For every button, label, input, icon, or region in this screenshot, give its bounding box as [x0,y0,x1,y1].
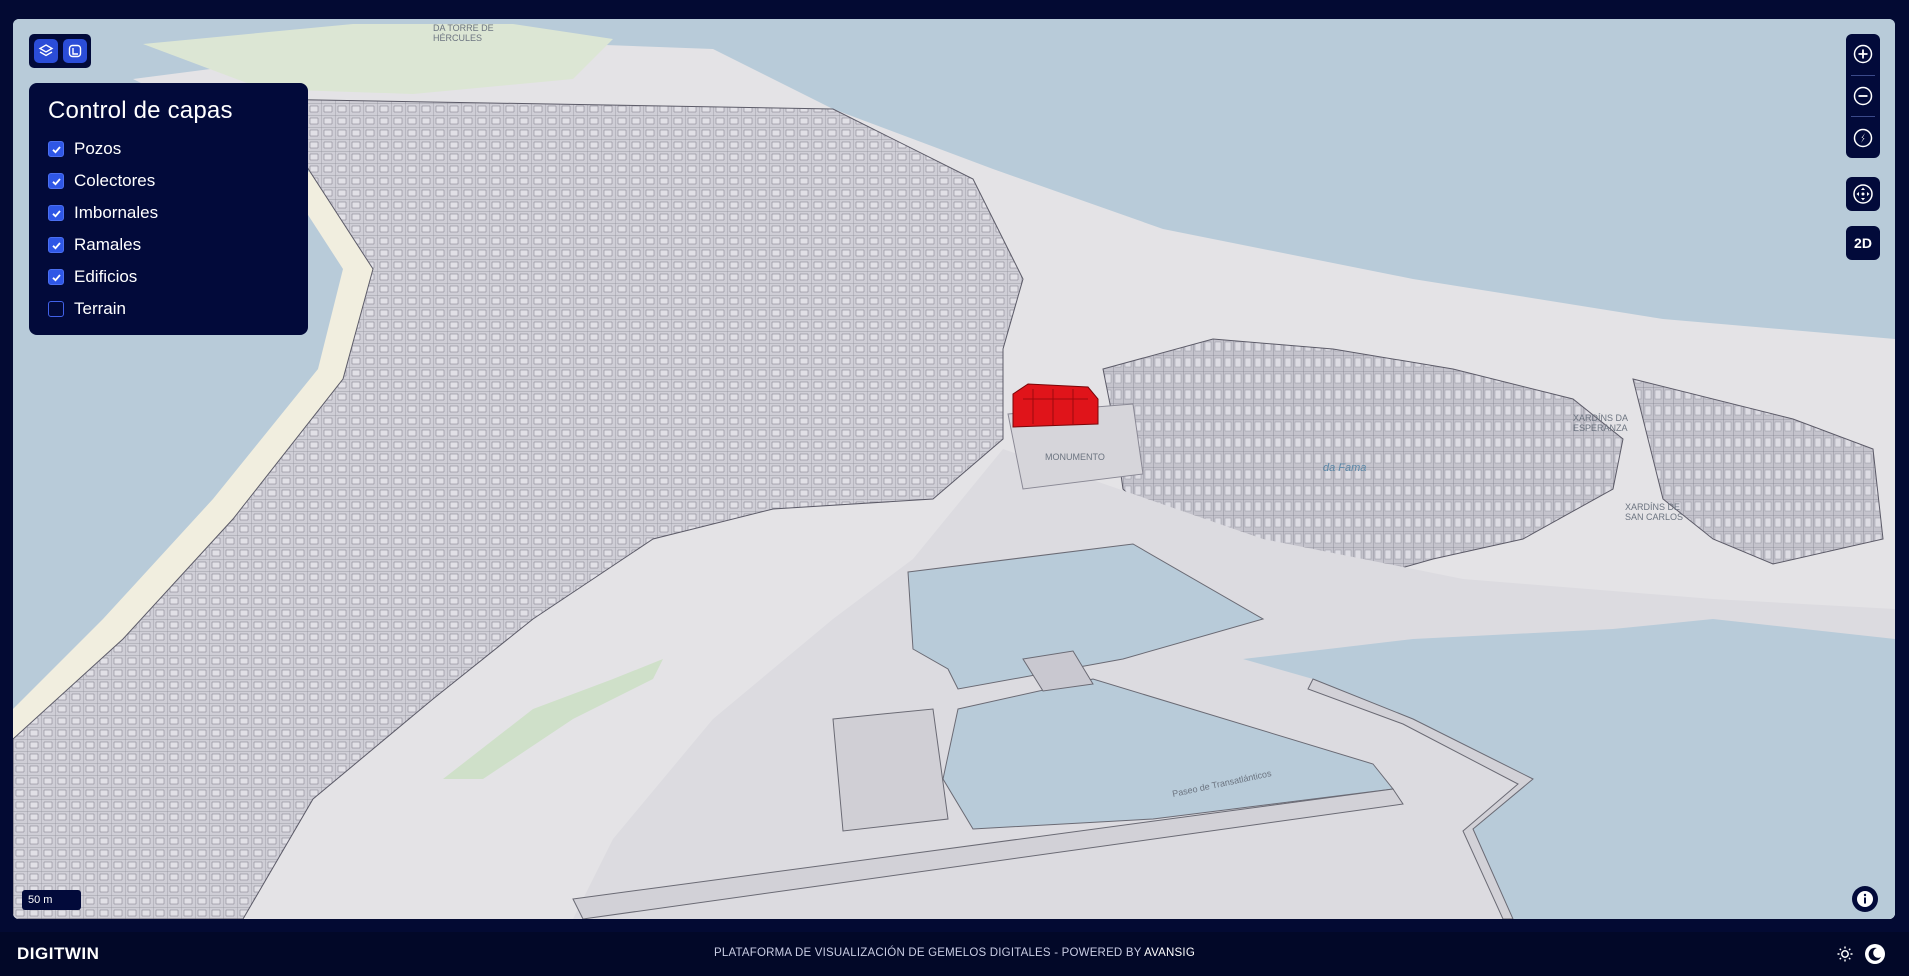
layer-checkbox[interactable] [48,237,64,253]
top-left-toolbar [29,34,91,68]
layer-control-panel: Control de capas Pozos Colectores Imbornal… [29,83,308,335]
footer-text-brand: AVANSIG [1144,947,1195,959]
layer-panel-title: Control de capas [48,97,233,124]
footer: DIGITWIN PLATAFORMA DE VISUALIZACIÓN DE … [0,932,1909,976]
layer-label: Terrain [74,299,126,318]
layer-label: Ramales [74,235,142,254]
map-label-xardins-esperanza: XARDÍNS DA ESPERANZA [1573,413,1628,433]
highlighted-building[interactable] [1012,383,1099,428]
layer-label: Pozos [74,139,122,158]
layer-label: Imbornales [74,203,159,222]
layer-checkbox[interactable] [48,141,64,157]
check-icon [51,273,61,282]
check-icon [51,209,61,218]
layer-item-ramales[interactable]: Ramales [48,229,289,261]
layers-icon[interactable] [33,39,58,63]
map-label-xardins-san-carlos: XARDÍNS DE SAN CARLOS [1625,502,1683,522]
moon-icon [1865,944,1885,964]
check-icon [51,241,61,250]
app-frame: DA TORRE DE HÉRCULES MONUMENTO XARDÍNS DA… [0,0,1909,932]
map-label-praza-fama: da Fama [1323,462,1366,474]
navigation-button[interactable] [1846,177,1880,211]
sun-icon [1837,946,1853,962]
check-icon [51,177,61,186]
footer-text-prefix: PLATAFORMA DE VISUALIZACIÓN DE GEMELOS D… [714,947,1142,959]
navigation-icon [1853,184,1873,204]
layer-item-imbornales[interactable]: Imbornales [48,197,289,229]
map-label-square: MONUMENTO [1045,452,1105,462]
zoom-in-button[interactable] [1846,34,1880,75]
layer-checkbox[interactable] [48,301,64,317]
layer-item-terrain[interactable]: Terrain [48,293,289,325]
layer-checkbox[interactable] [48,173,64,189]
plus-icon [1853,45,1873,64]
scale-bar: 50 m [22,890,81,910]
zoom-out-button[interactable] [1846,76,1880,117]
layer-label: Edificios [74,267,138,286]
layer-item-colectores[interactable]: Colectores [48,165,289,197]
minus-icon [1853,86,1873,106]
dark-theme-button[interactable] [1862,941,1888,967]
port-building [832,708,949,832]
zoom-controls [1846,34,1880,158]
layer-checkbox[interactable] [48,205,64,221]
footer-text: PLATAFORMA DE VISUALIZACIÓN DE GEMELOS D… [0,947,1909,959]
layer-item-edificios[interactable]: Edificios [48,261,289,293]
light-theme-button[interactable] [1832,941,1858,967]
layer-checkbox[interactable] [48,269,64,285]
legend-icon[interactable] [62,39,87,63]
compass-button[interactable] [1846,117,1880,158]
compass-icon [1853,128,1873,147]
layer-list: Pozos Colectores Imbornales Ramales Edificio… [48,133,289,325]
layer-label: Colectores [74,171,156,190]
layer-item-pozos[interactable]: Pozos [48,133,289,165]
info-button[interactable] [1852,886,1878,912]
info-icon [1857,891,1873,907]
check-icon [51,145,61,154]
view-mode-button[interactable]: 2D [1846,226,1880,260]
